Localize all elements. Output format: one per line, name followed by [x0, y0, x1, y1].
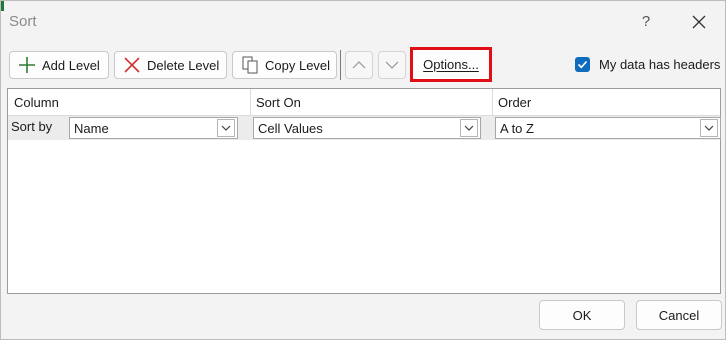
- chevron-down-icon: [385, 61, 399, 69]
- sort-on-dropdown-button[interactable]: [460, 119, 478, 137]
- sort-on-select[interactable]: Cell Values: [253, 117, 481, 139]
- chevron-down-icon: [704, 125, 714, 131]
- sort-on-select-value: Cell Values: [258, 121, 323, 136]
- toolbar-separator: [340, 50, 341, 80]
- plus-icon: [16, 54, 38, 76]
- title-bar: Sort ?: [1, 1, 725, 43]
- column-select[interactable]: Name: [69, 117, 238, 139]
- options-label: Options...: [423, 57, 479, 72]
- headers-checkbox[interactable]: [575, 57, 590, 72]
- window-title: Sort: [9, 13, 37, 30]
- options-button[interactable]: Options...: [410, 47, 492, 82]
- column-select-value: Name: [74, 121, 109, 136]
- ok-button[interactable]: OK: [539, 300, 625, 330]
- move-down-button[interactable]: [378, 51, 406, 79]
- chevron-down-icon: [464, 125, 474, 131]
- column-header-order: Order: [498, 95, 532, 110]
- delete-level-label: Delete Level: [147, 57, 220, 73]
- delete-level-button[interactable]: Delete Level: [114, 51, 227, 79]
- column-header-column: Column: [14, 95, 59, 110]
- close-button[interactable]: [687, 11, 711, 33]
- headers-checkbox-group[interactable]: My data has headers: [575, 57, 720, 72]
- add-level-button[interactable]: Add Level: [9, 51, 109, 79]
- copy-level-button[interactable]: Copy Level: [232, 51, 337, 79]
- order-dropdown-button[interactable]: [700, 119, 718, 137]
- column-divider: [250, 89, 251, 115]
- column-divider: [492, 89, 493, 115]
- grid-header: Column Sort On Order: [8, 89, 720, 116]
- chevron-down-icon: [221, 125, 231, 131]
- cancel-label: Cancel: [658, 307, 700, 323]
- chevron-up-icon: [352, 61, 366, 69]
- delete-x-icon: [121, 54, 143, 76]
- move-up-button[interactable]: [345, 51, 373, 79]
- order-select-value: A to Z: [500, 121, 534, 136]
- cancel-button[interactable]: Cancel: [636, 300, 722, 330]
- copy-icon: [239, 54, 261, 76]
- column-dropdown-button[interactable]: [217, 119, 235, 137]
- help-button[interactable]: ?: [635, 11, 657, 33]
- headers-checkbox-label: My data has headers: [599, 57, 721, 72]
- checkmark-icon: [577, 60, 588, 69]
- copy-level-label: Copy Level: [265, 57, 331, 73]
- close-icon: [692, 15, 706, 29]
- order-select[interactable]: A to Z: [495, 117, 721, 139]
- sort-dialog: Sort ? Add Level Delete Level Copy Level: [0, 0, 726, 340]
- sort-level-row[interactable]: Sort by Name Cell Values A to Z: [8, 116, 721, 140]
- add-level-label: Add Level: [42, 57, 100, 73]
- sort-by-label: Sort by: [11, 119, 53, 134]
- ok-label: OK: [572, 307, 592, 323]
- sort-levels-grid: Column Sort On Order Sort by Name Cell V…: [7, 88, 721, 294]
- column-header-sort-on: Sort On: [256, 95, 301, 110]
